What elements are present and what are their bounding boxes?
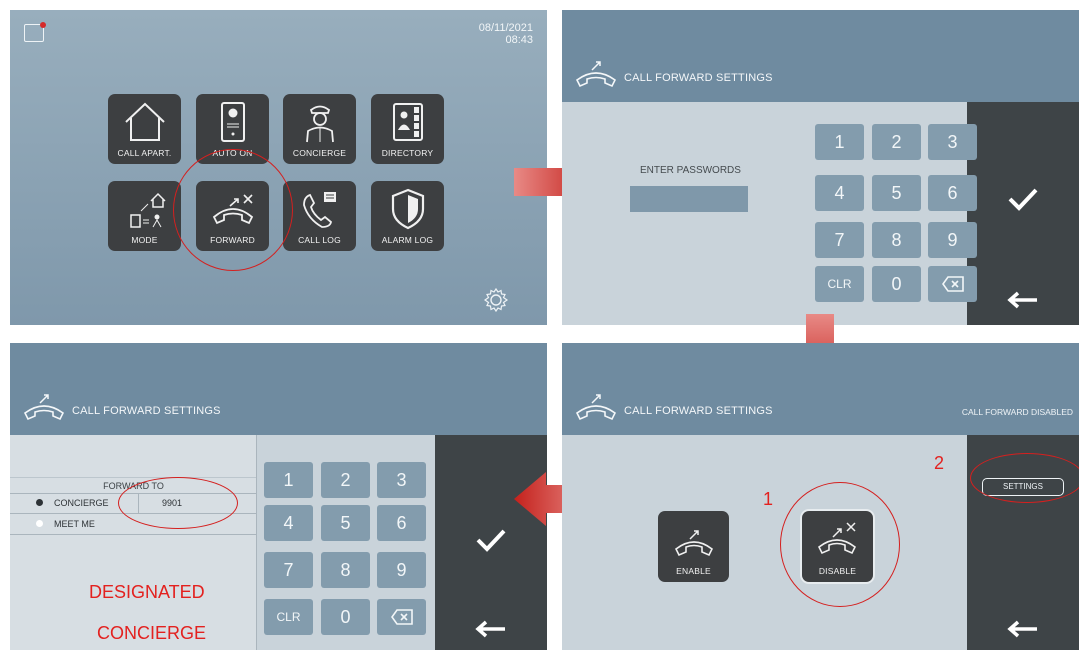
- key-6[interactable]: 6: [377, 505, 426, 541]
- tile-label: ALARM LOG: [381, 235, 434, 245]
- status-text: CALL FORWARD DISABLED: [961, 407, 1073, 417]
- key-backspace[interactable]: [928, 266, 977, 302]
- highlight-circle: [173, 149, 293, 271]
- highlight-ellipse: [970, 453, 1079, 503]
- key-2[interactable]: 2: [872, 124, 921, 160]
- check-icon[interactable]: [1007, 186, 1039, 212]
- datetime: 08/11/2021 08:43: [479, 22, 533, 46]
- table-row: [10, 435, 257, 478]
- divider: [10, 534, 257, 535]
- header: CALL FORWARD SETTINGS CALL FORWARD DISAB…: [562, 343, 1079, 435]
- tile-label: ENABLE: [676, 566, 711, 576]
- forward-table: FORWARD TO CONCIERGE 9901 MEET ME: [10, 435, 257, 650]
- notification-icon[interactable]: [24, 22, 46, 42]
- shield-icon: [391, 188, 424, 230]
- forward-toggle-screen: CALL FORWARD SETTINGS CALL FORWARD DISAB…: [562, 343, 1079, 650]
- page-title: CALL FORWARD SETTINGS: [624, 405, 773, 417]
- forward-settings-screen: CALL FORWARD SETTINGS FORWARD TO CONCIER…: [10, 343, 547, 650]
- backspace-icon: [941, 276, 964, 292]
- key-8[interactable]: 8: [872, 222, 921, 258]
- divider: [10, 477, 257, 478]
- directory-button[interactable]: DIRECTORY: [371, 94, 444, 164]
- forward-icon: [575, 61, 617, 88]
- key-7[interactable]: 7: [815, 222, 864, 258]
- annotation-designated: DESIGNATED: [89, 582, 205, 602]
- date-text: 08/11/2021: [478, 22, 533, 34]
- password-input[interactable]: [630, 186, 748, 212]
- key-clear[interactable]: CLR: [264, 599, 313, 635]
- header: CALL FORWARD SETTINGS: [10, 343, 547, 435]
- directory-icon: [392, 103, 423, 141]
- tile-label: CONCIERGE: [292, 148, 347, 158]
- forward-icon: [674, 530, 713, 557]
- radio-unselected[interactable]: [36, 520, 43, 527]
- concierge-button[interactable]: CONCIERGE: [283, 94, 356, 164]
- gear-icon[interactable]: [483, 287, 509, 313]
- key-1[interactable]: 1: [264, 462, 313, 498]
- password-label: ENTER PASSWORDS: [640, 165, 741, 176]
- highlight-ellipse: [118, 477, 238, 529]
- tile-label: MODE: [131, 235, 158, 245]
- key-4[interactable]: 4: [815, 175, 864, 211]
- backspace-icon: [390, 609, 413, 625]
- divider: [256, 435, 257, 650]
- step-2-label: 2: [934, 453, 945, 473]
- key-7[interactable]: 7: [264, 552, 313, 588]
- back-arrow-icon[interactable]: [1005, 290, 1039, 310]
- password-screen: CALL FORWARD SETTINGS ENTER PASSWORDS 1 …: [562, 10, 1079, 325]
- page-title: CALL FORWARD SETTINGS: [624, 72, 773, 84]
- key-8[interactable]: 8: [321, 552, 370, 588]
- header: CALL FORWARD SETTINGS: [562, 10, 1079, 102]
- key-3[interactable]: 3: [928, 124, 977, 160]
- house-icon: [124, 102, 165, 141]
- key-1[interactable]: 1: [815, 124, 864, 160]
- mode-button[interactable]: MODE: [108, 181, 181, 251]
- key-0[interactable]: 0: [872, 266, 921, 302]
- key-2[interactable]: 2: [321, 462, 370, 498]
- page-title: CALL FORWARD SETTINGS: [72, 405, 221, 417]
- call-apartment-button[interactable]: CALL APART.: [108, 94, 181, 164]
- forward-icon: [575, 394, 617, 421]
- concierge-icon: [305, 105, 334, 143]
- key-0[interactable]: 0: [321, 599, 370, 635]
- key-5[interactable]: 5: [321, 505, 370, 541]
- key-9[interactable]: 9: [928, 222, 977, 258]
- key-6[interactable]: 6: [928, 175, 977, 211]
- call-log-button[interactable]: CALL LOG: [283, 181, 356, 251]
- radio-selected[interactable]: [36, 499, 43, 506]
- tile-label: CALL LOG: [298, 235, 341, 245]
- action-bar: [967, 102, 1079, 325]
- annotation-concierge: CONCIERGE: [97, 623, 207, 643]
- key-5[interactable]: 5: [872, 175, 921, 211]
- back-arrow-icon[interactable]: [473, 619, 507, 639]
- enable-button[interactable]: ENABLE: [658, 511, 729, 582]
- highlight-circle: [780, 482, 900, 607]
- key-clear[interactable]: CLR: [815, 266, 864, 302]
- key-3[interactable]: 3: [377, 462, 426, 498]
- door-panel-icon: [220, 102, 245, 142]
- tile-label: CALL APART.: [117, 148, 172, 158]
- key-4[interactable]: 4: [264, 505, 313, 541]
- tile-label: DIRECTORY: [381, 148, 434, 158]
- option-concierge-label: CONCIERGE: [54, 498, 109, 508]
- step-1-label: 1: [763, 489, 774, 509]
- alarm-log-button[interactable]: ALARM LOG: [371, 181, 444, 251]
- call-log-icon: [302, 192, 336, 228]
- action-bar: [435, 435, 547, 650]
- time-text: 08:43: [505, 34, 533, 46]
- key-9[interactable]: 9: [377, 552, 426, 588]
- mode-icon: [129, 192, 166, 228]
- home-screen: 08/11/2021 08:43 CALL APART. AUTO ON CON…: [10, 10, 547, 325]
- forward-icon: [23, 394, 65, 421]
- key-backspace[interactable]: [377, 599, 426, 635]
- back-arrow-icon[interactable]: [1005, 619, 1039, 639]
- option-meet-me-label: MEET ME: [54, 519, 95, 529]
- check-icon[interactable]: [475, 527, 507, 553]
